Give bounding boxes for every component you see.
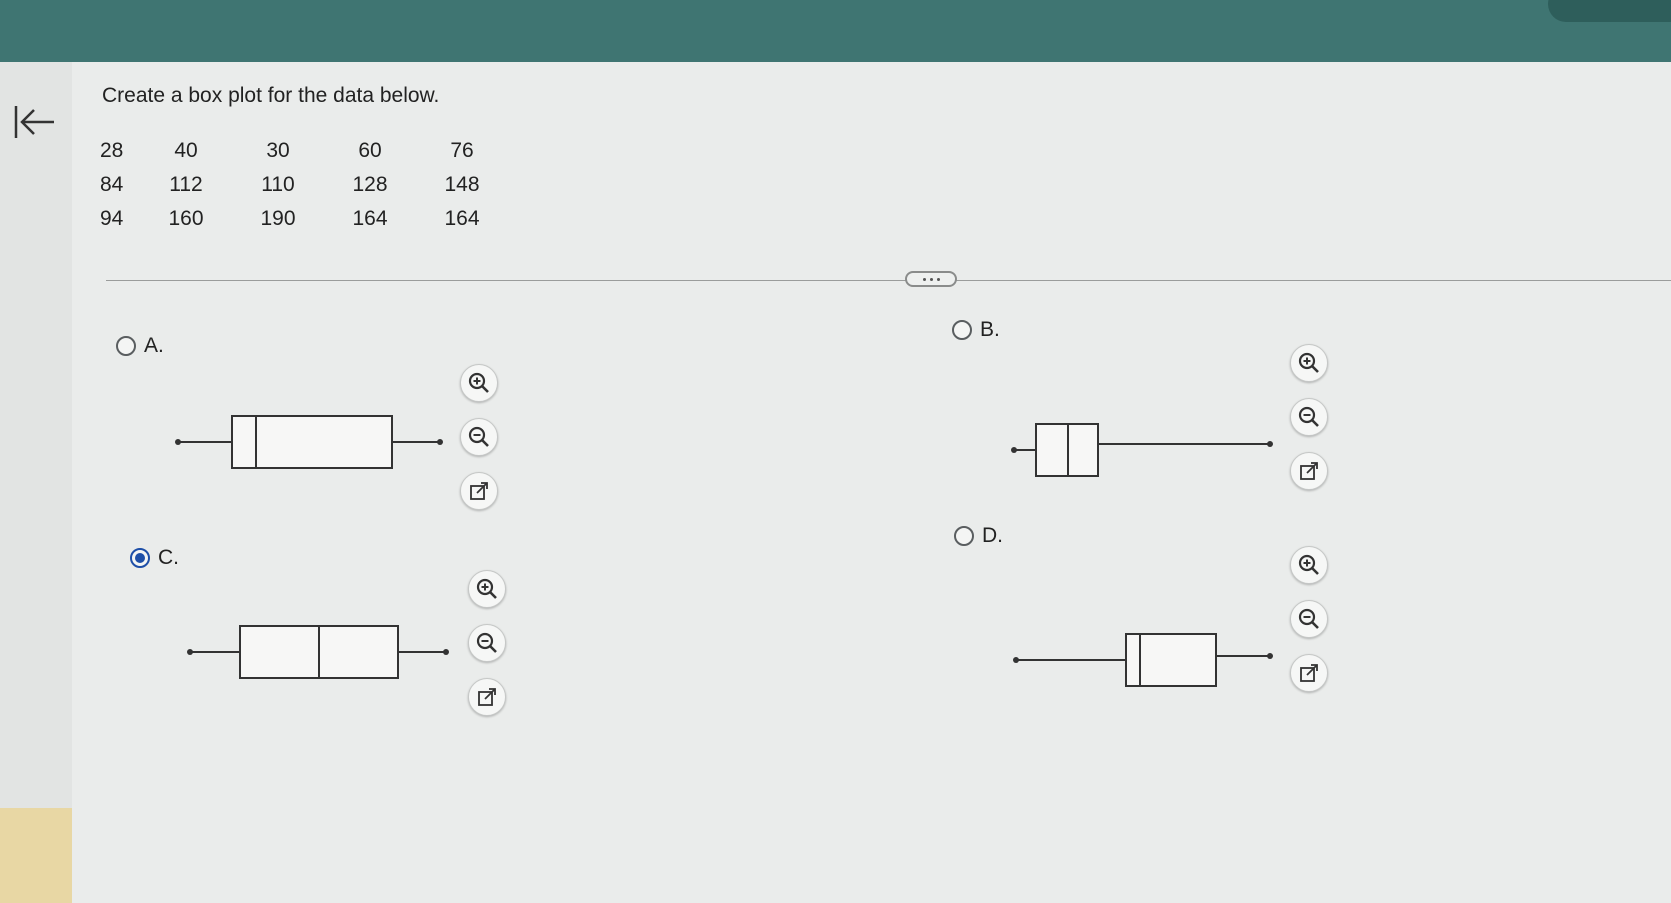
data-cell: 128 bbox=[352, 173, 388, 196]
option-a-radio-label[interactable]: A. bbox=[116, 334, 164, 358]
zoom-out-button[interactable] bbox=[468, 624, 506, 662]
option-b-radio[interactable] bbox=[952, 320, 972, 340]
option-d-radio[interactable] bbox=[954, 526, 974, 546]
table-row: 28 40 30 60 76 bbox=[100, 134, 508, 168]
dot-icon bbox=[929, 277, 933, 281]
option-a-radio[interactable] bbox=[116, 336, 136, 356]
option-d-radio-label[interactable]: D. bbox=[954, 524, 1003, 548]
arrow-left-to-bar-icon bbox=[14, 106, 54, 138]
question-panel: Create a box plot for the data below. 28… bbox=[72, 62, 1671, 903]
zoom-out-button[interactable] bbox=[1290, 398, 1328, 436]
data-table: 28 40 30 60 76 84 112 110 128 148 94 160… bbox=[100, 134, 508, 236]
open-external-icon bbox=[1300, 664, 1318, 682]
data-cell: 160 bbox=[168, 207, 204, 230]
zoom-in-button[interactable] bbox=[1290, 546, 1328, 584]
submit-button[interactable] bbox=[1548, 0, 1671, 22]
data-cell: 112 bbox=[169, 173, 203, 196]
option-b-toolbar bbox=[1290, 344, 1328, 490]
data-cell: 164 bbox=[352, 207, 388, 230]
min-point bbox=[1011, 447, 1017, 453]
open-external-icon bbox=[1300, 462, 1318, 480]
max-point bbox=[1267, 653, 1273, 659]
zoom-in-button[interactable] bbox=[460, 364, 498, 402]
expand-more-button[interactable] bbox=[905, 271, 957, 287]
zoom-out-icon bbox=[1298, 406, 1319, 427]
option-a-box-plot bbox=[175, 415, 443, 469]
data-cell: 110 bbox=[261, 173, 295, 196]
data-cell: 164 bbox=[444, 207, 480, 230]
table-row: 94 160 190 164 164 bbox=[100, 202, 508, 236]
data-cell: 60 bbox=[358, 139, 382, 162]
open-external-icon bbox=[470, 482, 488, 500]
zoom-out-icon bbox=[1298, 608, 1319, 629]
open-external-button[interactable] bbox=[468, 678, 506, 716]
zoom-in-icon bbox=[1298, 352, 1319, 373]
max-point bbox=[437, 439, 443, 445]
table-row: 84 112 110 128 148 bbox=[100, 168, 508, 202]
zoom-out-icon bbox=[476, 632, 497, 653]
min-point bbox=[187, 649, 193, 655]
top-bar bbox=[0, 0, 1671, 62]
zoom-in-icon bbox=[468, 372, 489, 393]
option-d-letter: D. bbox=[982, 524, 1003, 547]
question-text: Create a box plot for the data below. bbox=[102, 84, 440, 107]
dot-icon bbox=[936, 277, 940, 281]
zoom-in-button[interactable] bbox=[1290, 344, 1328, 382]
max-point bbox=[1267, 441, 1273, 447]
data-cell: 148 bbox=[444, 173, 480, 196]
zoom-out-button[interactable] bbox=[460, 418, 498, 456]
option-c-radio[interactable] bbox=[130, 548, 150, 568]
option-a-toolbar bbox=[460, 364, 498, 510]
option-c-box-plot bbox=[187, 625, 449, 679]
collapse-panel-button[interactable] bbox=[12, 102, 56, 146]
min-point bbox=[175, 439, 181, 445]
open-external-button[interactable] bbox=[460, 472, 498, 510]
section-divider bbox=[106, 280, 1671, 281]
left-sidebar bbox=[0, 62, 73, 903]
option-b-radio-label[interactable]: B. bbox=[952, 318, 1000, 342]
data-cell: 28 bbox=[100, 139, 124, 162]
open-external-button[interactable] bbox=[1290, 452, 1328, 490]
data-cell: 84 bbox=[100, 173, 124, 196]
min-point bbox=[1013, 657, 1019, 663]
option-b-letter: B. bbox=[980, 318, 1000, 341]
open-external-icon bbox=[478, 688, 496, 706]
option-c-radio-label[interactable]: C. bbox=[130, 546, 179, 570]
option-c-letter: C. bbox=[158, 546, 179, 569]
zoom-out-button[interactable] bbox=[1290, 600, 1328, 638]
data-cell: 190 bbox=[260, 207, 296, 230]
zoom-in-button[interactable] bbox=[468, 570, 506, 608]
dot-icon bbox=[922, 277, 926, 281]
zoom-in-icon bbox=[476, 578, 497, 599]
option-c-toolbar bbox=[468, 570, 506, 716]
max-point bbox=[443, 649, 449, 655]
zoom-out-icon bbox=[468, 426, 489, 447]
open-external-button[interactable] bbox=[1290, 654, 1328, 692]
data-cell: 30 bbox=[266, 139, 290, 162]
data-cell: 40 bbox=[174, 139, 198, 162]
option-d-toolbar bbox=[1290, 546, 1328, 692]
data-cell: 76 bbox=[450, 139, 474, 162]
data-cell: 94 bbox=[100, 207, 124, 230]
option-a-letter: A. bbox=[144, 334, 164, 357]
zoom-in-icon bbox=[1298, 554, 1319, 575]
